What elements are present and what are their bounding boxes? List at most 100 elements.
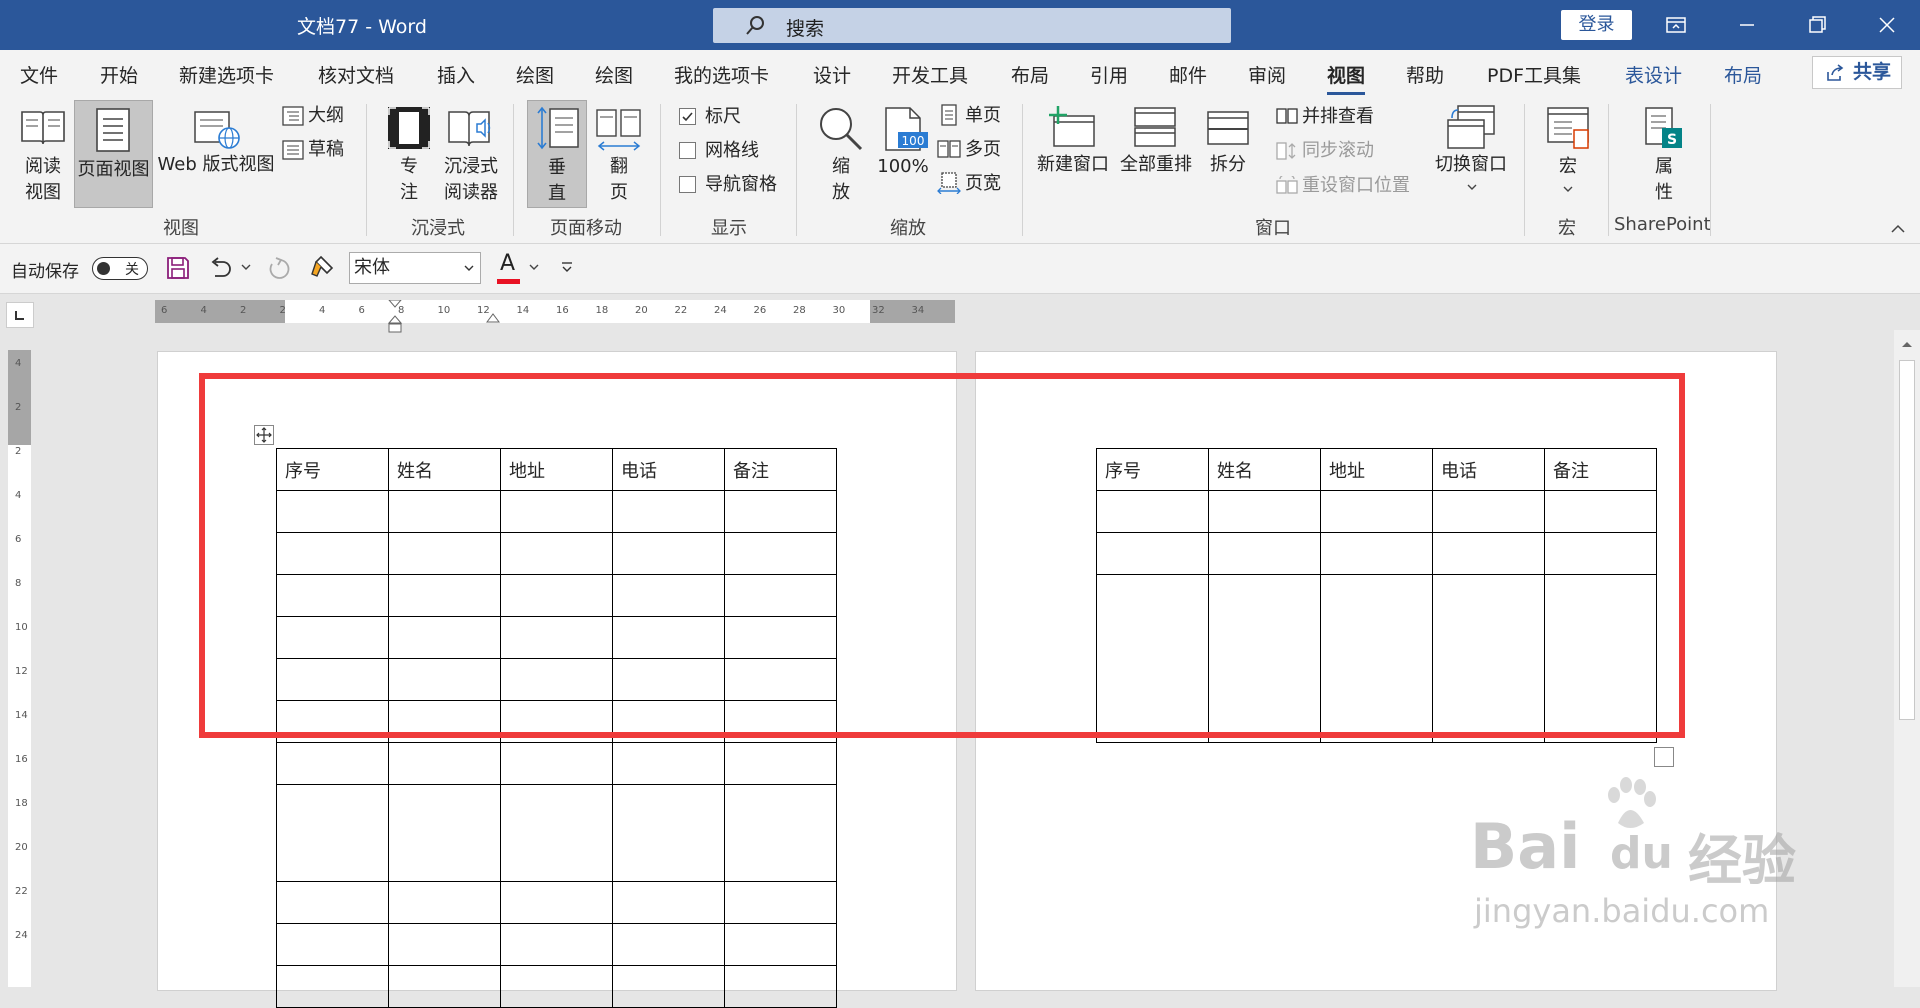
ribbon-display-options-icon[interactable] [1663, 12, 1689, 38]
chevron-down-icon [529, 264, 539, 270]
left-tab-icon [15, 311, 24, 320]
watermark-cn: 经验 [1688, 829, 1796, 892]
outline-label: 大纲 [308, 105, 344, 126]
ruler-tick-label: 8 [15, 578, 22, 589]
chevron-down-icon [1563, 186, 1573, 192]
table-cell[interactable] [388, 923, 501, 966]
table-cell[interactable] [724, 881, 837, 924]
page-width-label: 页宽 [965, 173, 1001, 194]
table-cell[interactable] [388, 784, 501, 882]
login-button[interactable]: 登录 [1561, 10, 1632, 40]
tab-help[interactable]: 帮助 [1406, 61, 1444, 88]
font-name-select[interactable]: 宋体 [349, 252, 481, 284]
table-cell[interactable] [612, 923, 725, 966]
table-cell[interactable] [500, 923, 613, 966]
indent-marker-icon[interactable] [388, 300, 402, 335]
ruler-tick-label: 10 [437, 305, 451, 316]
ruler-tick-label: 24 [714, 305, 727, 316]
share-icon [1827, 64, 1844, 81]
table-cell[interactable] [276, 742, 389, 785]
table-row [276, 784, 837, 882]
tab-proofing[interactable]: 核对文档 [318, 61, 394, 88]
vertical-ruler[interactable]: 4 2 2 4 6 8 10 12 14 16 18 20 22 24 [8, 350, 31, 987]
ruler-tick-label: 2 [279, 305, 286, 316]
ruler-tick-label: 28 [793, 305, 806, 316]
read-mode-label: 阅读 视图 [25, 156, 61, 203]
table-cell[interactable] [276, 923, 389, 966]
scroll-up-icon[interactable] [1899, 338, 1915, 350]
tab-selector[interactable] [6, 302, 34, 328]
redo-icon[interactable] [266, 256, 290, 282]
scrollbar-thumb[interactable] [1899, 360, 1915, 720]
table-cell[interactable] [612, 784, 725, 882]
minimize-icon[interactable] [1734, 12, 1760, 38]
vertical-button[interactable]: 垂 直 [527, 100, 587, 208]
table-cell[interactable] [500, 784, 613, 882]
sharepoint-group-label: SharePoint [1614, 214, 1711, 235]
ruler-tick-label: 6 [15, 534, 22, 545]
autosave-state: 关 [125, 262, 139, 278]
save-icon[interactable] [166, 256, 190, 280]
tab-mailings[interactable]: 邮件 [1169, 61, 1207, 88]
watermark-brand: Bai [1470, 810, 1581, 883]
tab-file[interactable]: 文件 [20, 61, 58, 88]
undo-dropdown-icon[interactable] [241, 264, 251, 271]
macros-icon [1547, 107, 1589, 149]
search-box[interactable]: 搜索 [713, 8, 1231, 43]
horizontal-ruler[interactable]: 6 4 2 2 4 6 8 10 12 14 16 18 20 22 24 26 28 30 32 34 [155, 300, 955, 333]
multiple-pages-label: 多页 [965, 139, 1001, 160]
autosave-toggle[interactable]: 关 [92, 257, 148, 280]
tab-table-design[interactable]: 表设计 [1625, 61, 1682, 88]
tab-new-tab[interactable]: 新建选项卡 [179, 61, 274, 88]
table-cell[interactable] [500, 881, 613, 924]
table-cell[interactable] [724, 923, 837, 966]
tab-developer[interactable]: 开发工具 [892, 61, 968, 88]
tab-layout[interactable]: 布局 [1011, 61, 1049, 88]
tab-home[interactable]: 开始 [100, 61, 138, 88]
close-icon[interactable] [1874, 12, 1900, 38]
tab-draw-1[interactable]: 绘图 [516, 61, 554, 88]
ruler-check[interactable] [679, 108, 696, 125]
navigation-pane-label: 导航窗格 [705, 174, 777, 195]
restore-icon[interactable] [1804, 12, 1830, 38]
table-cell[interactable] [612, 881, 725, 924]
tab-design[interactable]: 设计 [813, 61, 851, 88]
undo-icon[interactable] [207, 256, 233, 280]
table-cell[interactable] [276, 881, 389, 924]
format-painter-icon[interactable] [309, 254, 335, 280]
navigation-pane-check[interactable] [679, 176, 696, 193]
table-cell[interactable] [276, 784, 389, 882]
tab-references[interactable]: 引用 [1090, 61, 1128, 88]
tab-draw-2[interactable]: 绘图 [595, 61, 633, 88]
table-cell[interactable] [500, 742, 613, 785]
share-button[interactable]: 共享 [1812, 56, 1902, 89]
one-page-label: 单页 [965, 105, 1001, 126]
checkmark-icon [682, 112, 693, 122]
print-layout-icon [96, 108, 130, 152]
tab-my-tab[interactable]: 我的选项卡 [674, 61, 769, 88]
vertical-scrollbar[interactable] [1894, 330, 1920, 987]
table-cell[interactable] [388, 742, 501, 785]
collapse-ribbon-icon[interactable] [1891, 224, 1905, 234]
table-cell[interactable] [612, 742, 725, 785]
split-icon [1207, 111, 1249, 145]
tab-review[interactable]: 审阅 [1248, 61, 1286, 88]
print-layout-button[interactable]: 页面视图 [74, 100, 153, 208]
customize-qat-icon[interactable] [561, 261, 573, 273]
side-by-side-label: 并排查看 [1302, 106, 1374, 127]
tab-pdf-tools[interactable]: PDF工具集 [1487, 61, 1581, 88]
tab-insert[interactable]: 插入 [437, 61, 475, 88]
tab-table-layout[interactable]: 布局 [1724, 61, 1762, 88]
group-separator [660, 104, 661, 236]
right-indent-marker-icon[interactable] [486, 312, 500, 323]
gridlines-check[interactable] [679, 142, 696, 159]
table-cell[interactable] [724, 742, 837, 785]
table-cell[interactable] [724, 784, 837, 882]
tab-view[interactable]: 视图 [1327, 61, 1366, 95]
chevron-down-icon [1467, 184, 1477, 190]
ruler-tick-label: 16 [15, 754, 28, 765]
table-row [276, 742, 837, 785]
table-resize-handle[interactable] [1654, 747, 1674, 767]
ruler-tick-label: 6 [358, 305, 365, 316]
table-cell[interactable] [388, 881, 501, 924]
